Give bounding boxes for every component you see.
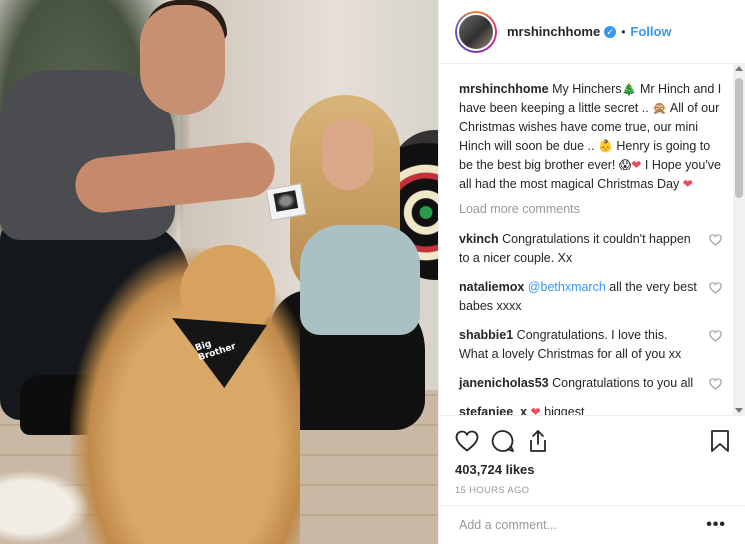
comment-like-heart-icon[interactable]: [709, 378, 722, 390]
caption-username[interactable]: mrshinchhome: [459, 82, 549, 96]
post-header: mrshinchhome ✓ • Follow: [439, 0, 745, 64]
comment-like-heart-icon[interactable]: [709, 282, 722, 294]
comment-emoji: ❤: [530, 405, 541, 415]
bookmark-icon[interactable]: [710, 429, 730, 453]
caption-emoji: 👶: [597, 139, 613, 153]
comment-username[interactable]: stefaniee_x: [459, 405, 527, 415]
caption-emoji: ❤: [682, 177, 693, 191]
photo-ultrasound: [265, 183, 307, 221]
comment-item: stefaniee_x ❤ biggest: [459, 403, 726, 415]
comments-list[interactable]: mrshinchhome My Hinchers🎄 Mr Hinch and I…: [439, 64, 745, 415]
comment-mention-link[interactable]: @bethxmarch: [528, 280, 606, 294]
post-caption: mrshinchhome My Hinchers🎄 Mr Hinch and I…: [459, 80, 726, 194]
comment-text: biggest: [540, 405, 585, 415]
comment-like-heart-icon[interactable]: [709, 330, 722, 342]
more-options-icon[interactable]: •••: [706, 516, 726, 534]
comment-username[interactable]: janenicholas53: [459, 376, 549, 390]
comment-text: Congratulations to you all: [552, 376, 694, 390]
caption-emoji: ❤: [631, 158, 642, 172]
comment-username[interactable]: nataliemox: [459, 280, 524, 294]
caption-emoji: 😱: [618, 158, 632, 172]
comment-icon[interactable]: [491, 429, 515, 453]
comment-like-heart-icon[interactable]: [709, 234, 722, 246]
comment-username[interactable]: shabbie1: [459, 328, 513, 342]
caption-text: My Hinchers: [552, 82, 622, 96]
scroll-thumb[interactable]: [735, 78, 743, 198]
header-separator: •: [621, 24, 626, 39]
scroll-down-arrow-icon[interactable]: [735, 408, 743, 413]
post-sidebar: mrshinchhome ✓ • Follow mrshinchhome My …: [438, 0, 745, 544]
post-photo[interactable]: Big Brother: [0, 0, 438, 544]
load-more-comments-button[interactable]: Load more comments: [459, 202, 726, 216]
heart-icon[interactable]: [455, 430, 479, 452]
comment-username[interactable]: vkinch: [459, 232, 499, 246]
comments-scrollbar[interactable]: [733, 64, 745, 415]
comment-item: nataliemox @bethxmarch all the very best…: [459, 278, 726, 316]
post-timestamp[interactable]: 15 HOURS AGO: [455, 485, 730, 496]
avatar[interactable]: [455, 10, 497, 53]
add-comment-input[interactable]: [459, 518, 707, 532]
scroll-up-arrow-icon[interactable]: [735, 66, 743, 71]
share-icon[interactable]: [527, 429, 549, 453]
comment-item: vkinch Congratulations it couldn't happe…: [459, 230, 726, 268]
follow-button[interactable]: Follow: [630, 24, 671, 39]
instagram-post: Big Brother mrshinchhome ✓ • Follow mrsh…: [0, 0, 745, 544]
comment-item: janenicholas53 Congratulations to you al…: [459, 374, 726, 393]
caption-emoji: 🙊: [652, 101, 668, 115]
verified-badge-icon: ✓: [604, 25, 617, 38]
header-username[interactable]: mrshinchhome: [507, 24, 600, 39]
post-actions: 403,724 likes 15 HOURS AGO: [439, 415, 745, 496]
caption-emoji: 🎄: [621, 82, 637, 96]
likes-count[interactable]: 403,724 likes: [455, 462, 730, 477]
comment-item: shabbie1 Congratulations. I love this. W…: [459, 326, 726, 364]
add-comment-bar: •••: [439, 505, 745, 544]
